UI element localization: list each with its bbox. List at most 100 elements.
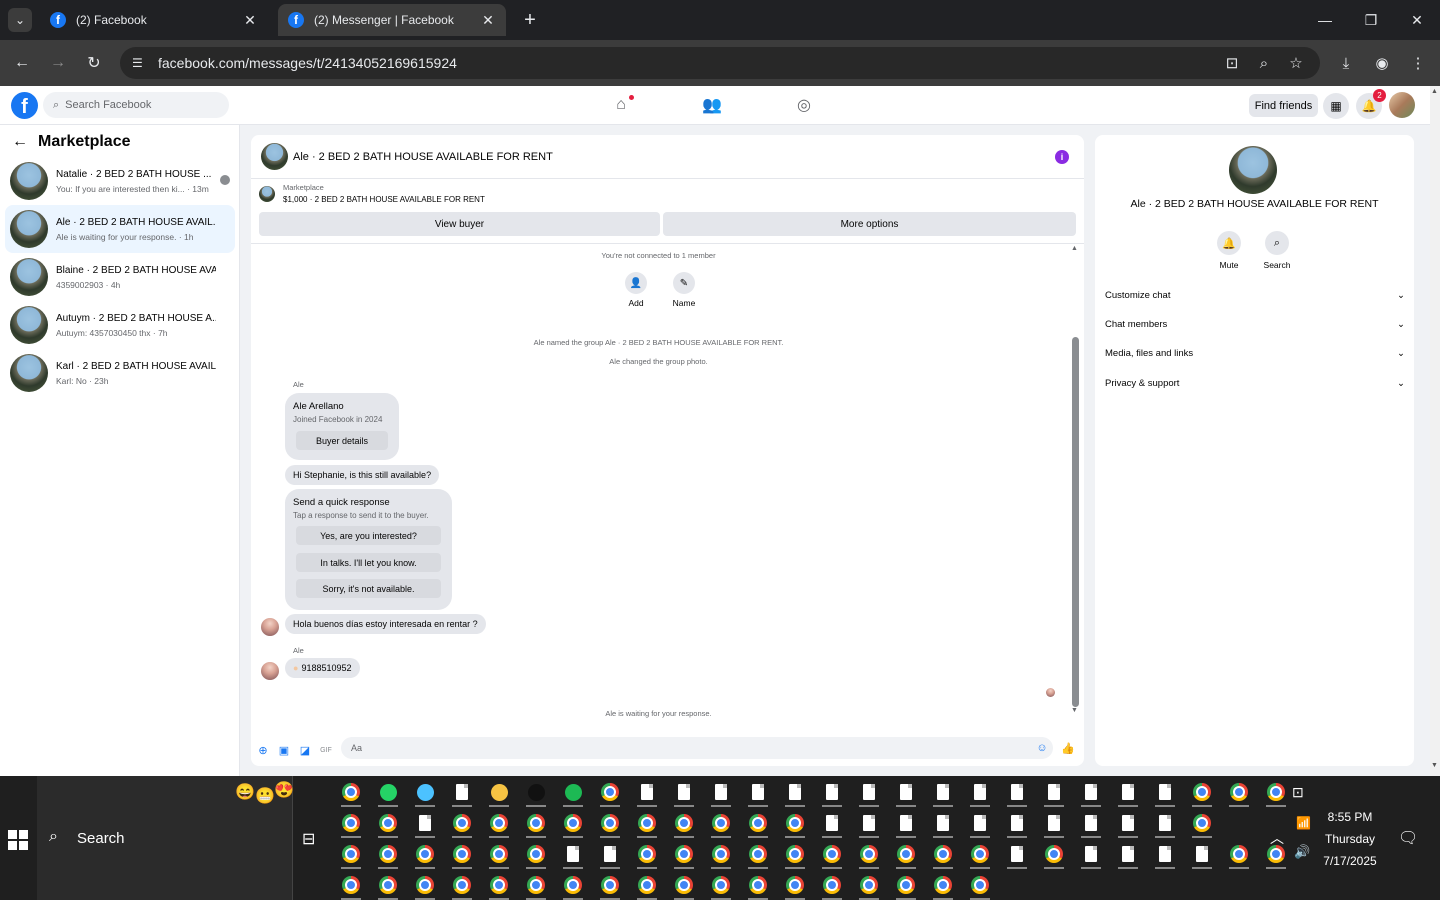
chrome-taskbar-icon[interactable] [930, 841, 956, 869]
add-member-control[interactable]: 👤 Add [616, 272, 656, 308]
document-taskbar-icon[interactable] [449, 779, 475, 807]
document-taskbar-icon[interactable] [1115, 810, 1141, 838]
conversation-item-ale[interactable]: Ale · 2 BED 2 BATH HOUSE AVAIL... Ale is … [5, 205, 235, 253]
chrome-taskbar-icon[interactable] [412, 872, 438, 900]
chat-avatar[interactable] [261, 143, 288, 170]
close-window-button[interactable]: ✕ [1394, 0, 1440, 40]
gif-icon[interactable]: GIF [319, 743, 333, 757]
chrome-taskbar-icon[interactable] [745, 810, 771, 838]
section-customize-chat[interactable]: Customize chat ⌄ [1105, 290, 1405, 301]
chrome-taskbar-icon[interactable] [745, 872, 771, 900]
chrome-taskbar-icon[interactable] [967, 841, 993, 869]
scrollbar-thumb[interactable] [1072, 337, 1079, 707]
sender-avatar[interactable] [261, 662, 279, 680]
taskbar-search-box[interactable]: ⌕ Search 😄 😬 😍 [37, 776, 294, 900]
document-taskbar-icon[interactable] [1004, 841, 1030, 869]
quick-response-button[interactable]: Yes, are you interested? [296, 526, 441, 545]
chrome-taskbar-icon[interactable] [634, 872, 660, 900]
document-taskbar-icon[interactable] [708, 779, 734, 807]
bookmark-star-icon[interactable]: ☆ [1284, 51, 1308, 75]
more-options-button[interactable]: More options [663, 212, 1076, 236]
chrome-taskbar-icon[interactable] [375, 810, 401, 838]
document-taskbar-icon[interactable] [1152, 810, 1178, 838]
chrome-taskbar-icon[interactable] [1189, 779, 1215, 807]
chrome-taskbar-icon[interactable] [634, 841, 660, 869]
chrome-taskbar-icon[interactable] [930, 872, 956, 900]
buyer-details-button[interactable]: Buyer details [296, 431, 388, 450]
chrome-taskbar-icon[interactable] [375, 841, 401, 869]
reload-button[interactable]: ↻ [82, 51, 106, 75]
app-taskbar-icon[interactable] [486, 779, 512, 807]
document-taskbar-icon[interactable] [930, 779, 956, 807]
wifi-icon[interactable]: 📶 [1296, 816, 1311, 830]
clock-day[interactable]: Thursday [1318, 832, 1382, 846]
chrome-taskbar-icon[interactable] [782, 872, 808, 900]
conversation-item-blaine[interactable]: Blaine · 2 BED 2 BATH HOUSE AVA... 435900… [5, 253, 235, 301]
document-taskbar-icon[interactable] [745, 779, 771, 807]
conversation-item-autuym[interactable]: Autuym · 2 BED 2 BATH HOUSE A... Autuym: … [5, 301, 235, 349]
menu-kebab-icon[interactable]: ⋮ [1406, 51, 1430, 75]
chrome-taskbar-icon[interactable] [1189, 810, 1215, 838]
chrome-taskbar-icon[interactable] [338, 872, 364, 900]
chrome-taskbar-icon[interactable] [338, 841, 364, 869]
document-taskbar-icon[interactable] [560, 841, 586, 869]
profile-icon[interactable]: ◉ [1370, 51, 1394, 75]
sender-avatar[interactable] [261, 618, 279, 636]
chrome-taskbar-icon[interactable] [523, 872, 549, 900]
chrome-taskbar-icon[interactable] [523, 841, 549, 869]
tab-search-button[interactable]: ⌄ [8, 8, 32, 32]
chrome-taskbar-icon[interactable] [449, 810, 475, 838]
document-taskbar-icon[interactable] [819, 779, 845, 807]
close-tab-icon[interactable]: ✕ [480, 12, 496, 29]
chrome-taskbar-icon[interactable] [1226, 779, 1252, 807]
downloads-icon[interactable]: ⤓ [1334, 51, 1358, 75]
document-taskbar-icon[interactable] [634, 779, 660, 807]
chrome-taskbar-icon[interactable] [967, 872, 993, 900]
name-group-control[interactable]: ✎ Name [664, 272, 704, 308]
browser-tab-messenger[interactable]: f (2) Messenger | Facebook ✕ [278, 4, 506, 36]
search-control[interactable]: ⌕ Search [1257, 231, 1297, 270]
zoom-icon[interactable]: ⌕ [1252, 51, 1276, 75]
windows-start-icon[interactable] [8, 830, 28, 850]
document-taskbar-icon[interactable] [893, 810, 919, 838]
chrome-taskbar-icon[interactable] [708, 872, 734, 900]
chrome-taskbar-icon[interactable] [1226, 841, 1252, 869]
volume-icon[interactable]: 🔊 [1294, 844, 1310, 860]
chrome-taskbar-icon[interactable] [1263, 779, 1289, 807]
chrome-taskbar-icon[interactable] [708, 810, 734, 838]
document-taskbar-icon[interactable] [1115, 841, 1141, 869]
close-tab-icon[interactable]: ✕ [242, 12, 258, 29]
app-taskbar-icon[interactable] [523, 779, 549, 807]
chrome-taskbar-icon[interactable] [856, 841, 882, 869]
document-taskbar-icon[interactable] [930, 810, 956, 838]
plus-circle-icon[interactable]: ⊕ [256, 743, 270, 757]
document-taskbar-icon[interactable] [1078, 779, 1104, 807]
chrome-taskbar-icon[interactable] [449, 841, 475, 869]
chrome-taskbar-icon[interactable] [782, 841, 808, 869]
chrome-taskbar-icon[interactable] [486, 810, 512, 838]
chrome-taskbar-icon[interactable] [893, 841, 919, 869]
home-icon[interactable]: ⌂ [606, 93, 636, 117]
chrome-taskbar-icon[interactable] [560, 810, 586, 838]
document-taskbar-icon[interactable] [1115, 779, 1141, 807]
document-taskbar-icon[interactable] [893, 779, 919, 807]
document-taskbar-icon[interactable] [1004, 810, 1030, 838]
chrome-taskbar-icon[interactable] [338, 779, 364, 807]
mute-control[interactable]: 🔔 Mute [1209, 231, 1249, 270]
thumbs-up-icon[interactable]: 👍 [1061, 741, 1075, 755]
chrome-taskbar-icon[interactable] [819, 872, 845, 900]
clock-time[interactable]: 8:55 PM [1318, 810, 1382, 824]
quick-response-button[interactable]: In talks. I'll let you know. [296, 553, 441, 572]
scroll-down-arrow-icon[interactable]: ▼ [1431, 762, 1438, 769]
document-taskbar-icon[interactable] [1078, 810, 1104, 838]
menu-grid-icon[interactable]: ▦ [1323, 93, 1349, 119]
back-arrow-icon[interactable]: ← [12, 133, 28, 151]
chat-title[interactable]: Ale · 2 BED 2 BATH HOUSE AVAILABLE FOR R… [293, 151, 553, 163]
chrome-taskbar-icon[interactable] [671, 872, 697, 900]
chrome-taskbar-icon[interactable] [560, 872, 586, 900]
back-button[interactable]: ← [10, 51, 34, 75]
chevron-up-icon[interactable]: ︿ [1270, 828, 1284, 848]
chat-scrollbar[interactable]: ▲ ▼ [1070, 245, 1080, 715]
page-scrollbar[interactable]: ▲ ▼ [1430, 86, 1440, 776]
message-input[interactable]: Aa [341, 737, 1053, 759]
